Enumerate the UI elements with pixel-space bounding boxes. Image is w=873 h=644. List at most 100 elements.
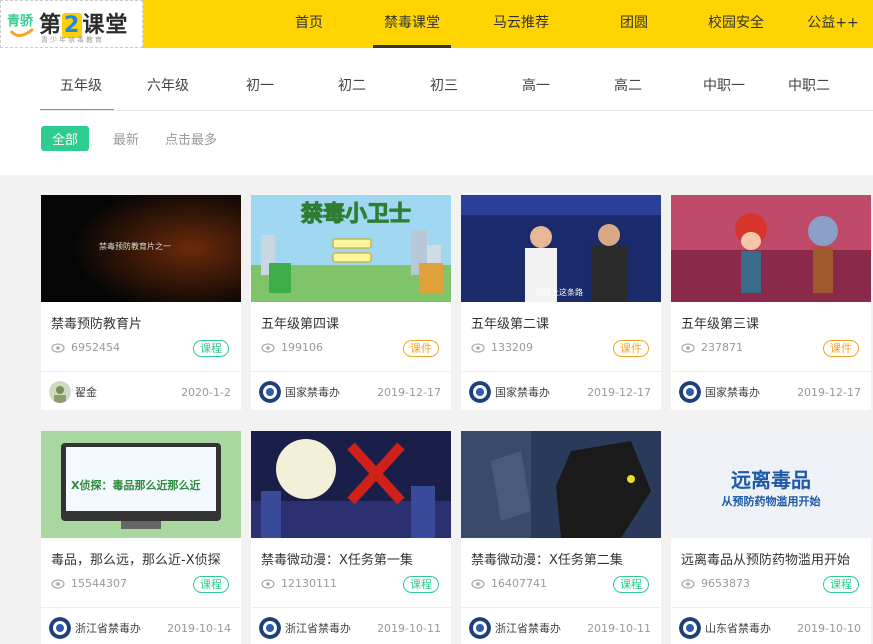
card-type-tag: 课程 [193,340,229,357]
svg-text:别踏上这条路: 别踏上这条路 [535,287,583,297]
card-type-tag: 课程 [613,576,649,593]
svg-text:禁毒小卫士: 禁毒小卫士 [301,201,411,227]
eye-icon [261,342,275,353]
card-views: 199106 [261,341,323,354]
nav-drug-class[interactable]: 禁毒课堂 [373,0,451,48]
card-author[interactable]: 浙江省禁毒办 [469,617,561,639]
eye-icon [51,342,65,353]
nav-reunion[interactable]: 团圆 [604,0,664,48]
nav-recommend[interactable]: 马云推荐 [476,0,566,48]
nav-charity[interactable]: 公益++ [798,0,868,48]
svg-text:X侦探：毒品那么近那么近: X侦探：毒品那么近那么近 [71,478,200,492]
card-thumbnail [671,195,871,302]
grade-tabs: 五年级 六年级 初一 初二 初三 高一 高二 中职一 中职二 [40,66,834,111]
card-divider [461,607,661,608]
card-type-tag: 课件 [403,340,439,357]
card-type-tag: 课程 [403,576,439,593]
tab-junior-1[interactable]: 初一 [214,66,306,110]
course-card[interactable]: 禁毒微动漫：X任务第二集 16407741 课程 浙江省禁毒办 2019-10-… [461,431,661,644]
course-card[interactable]: 禁毒微动漫：X任务第一集 12130111 课程 浙江省禁毒办 2019-10-… [251,431,451,644]
svg-text:禁毒预防教育片之一: 禁毒预防教育片之一 [99,241,171,251]
tabs-divider [40,110,873,111]
badge-icon [469,381,491,403]
course-card[interactable]: 五年级第三课 237871 课件 国家禁毒办 2019-12-17 [671,195,871,410]
course-card[interactable]: 远离毒品 从预防药物滥用开始 远离毒品从预防药物滥用开始 9653873 课程 … [671,431,871,644]
card-thumbnail: 禁毒预防教育片之一 [41,195,241,302]
eye-icon [51,578,65,589]
card-author[interactable]: 国家禁毒办 [679,381,760,403]
filter-panel: 五年级 六年级 初一 初二 初三 高一 高二 中职一 中职二 全部 最新 点击最… [0,48,873,175]
card-title: 五年级第四课 [261,317,340,332]
card-views: 6952454 [51,341,120,354]
card-divider [41,607,241,608]
card-divider [251,607,451,608]
card-divider [251,371,451,372]
card-author[interactable]: 翟金 [49,381,97,403]
main-nav: 首页 禁毒课堂 马云推荐 团圆 校园安全 公益++ [270,0,868,48]
top-nav-bar: 青骄 第2课堂 青少年禁毒教育 首页 禁毒课堂 马云推荐 团圆 校园安全 公益+… [0,0,873,48]
card-views: 16407741 [471,577,547,590]
filter-newest[interactable]: 最新 [113,129,139,148]
card-title: 禁毒微动漫：X任务第一集 [261,553,413,568]
svg-text:从预防药物滥用开始: 从预防药物滥用开始 [722,494,821,508]
card-thumbnail: 远离毒品 从预防药物滥用开始 [671,431,871,538]
badge-icon [259,381,281,403]
card-views: 12130111 [261,577,337,590]
card-date: 2020-1-2 [181,386,231,399]
card-thumbnail: X侦探：毒品那么近那么近 [41,431,241,538]
course-card[interactable]: 禁毒预防教育片之一 禁毒预防教育片 6952454 课程 翟金 2020-1-2 [41,195,241,410]
card-type-tag: 课程 [193,576,229,593]
course-card[interactable]: 别踏上这条路 五年级第二课 133209 课件 国家禁毒办 2019-12-17 [461,195,661,410]
nav-campus-safety[interactable]: 校园安全 [696,0,776,48]
tab-grade-5[interactable]: 五年级 [40,66,122,111]
filter-all[interactable]: 全部 [41,126,90,151]
card-type-tag: 课件 [823,340,859,357]
card-date: 2019-10-14 [167,622,231,635]
tab-senior-2[interactable]: 高二 [582,66,674,110]
course-card[interactable]: X侦探：毒品那么近那么近 毒品，那么远，那么近-X侦探 15544307 课程 … [41,431,241,644]
tab-vocational-1[interactable]: 中职一 [674,66,774,110]
card-author[interactable]: 国家禁毒办 [259,381,340,403]
card-thumbnail [461,431,661,538]
svg-text:远离毒品: 远离毒品 [731,468,811,492]
site-logo[interactable]: 青骄 第2课堂 青少年禁毒教育 [0,0,143,48]
card-date: 2019-10-11 [587,622,651,635]
eye-icon [681,342,695,353]
card-author[interactable]: 浙江省禁毒办 [259,617,351,639]
logo-slogan: 青少年禁毒教育 [41,36,104,44]
card-thumbnail [251,431,451,538]
card-author[interactable]: 浙江省禁毒办 [49,617,141,639]
logo-mark-icon: 青骄 [7,13,34,37]
tab-vocational-2[interactable]: 中职二 [774,66,834,110]
card-views: 9653873 [681,577,750,590]
card-title: 禁毒微动漫：X任务第二集 [471,553,623,568]
card-type-tag: 课程 [823,576,859,593]
tab-senior-1[interactable]: 高一 [490,66,582,110]
eye-icon [261,578,275,589]
card-divider [461,371,661,372]
course-card[interactable]: 禁毒小卫士 五年级第四课 199106 课件 国家禁毒办 2019-12-17 [251,195,451,410]
eye-icon [681,578,695,589]
tab-junior-3[interactable]: 初三 [398,66,490,110]
sort-filters: 全部 最新 点击最多 [41,126,243,151]
card-divider [671,607,871,608]
nav-home[interactable]: 首页 [270,0,348,48]
card-date: 2019-12-17 [377,386,441,399]
tab-grade-6[interactable]: 六年级 [122,66,214,110]
card-date: 2019-10-11 [377,622,441,635]
eye-icon [471,342,485,353]
tab-junior-2[interactable]: 初二 [306,66,398,110]
card-thumbnail: 禁毒小卫士 [251,195,451,302]
filter-most-clicked[interactable]: 点击最多 [165,129,217,148]
svg-text:青骄: 青骄 [7,13,34,29]
card-author[interactable]: 山东省禁毒办 [679,617,771,639]
card-title: 五年级第三课 [681,317,760,332]
badge-icon [679,617,701,639]
card-views: 15544307 [51,577,127,590]
card-author[interactable]: 国家禁毒办 [469,381,550,403]
card-divider [671,371,871,372]
card-divider [41,371,241,372]
card-date: 2019-12-17 [797,386,861,399]
card-date: 2019-12-17 [587,386,651,399]
badge-icon [469,617,491,639]
